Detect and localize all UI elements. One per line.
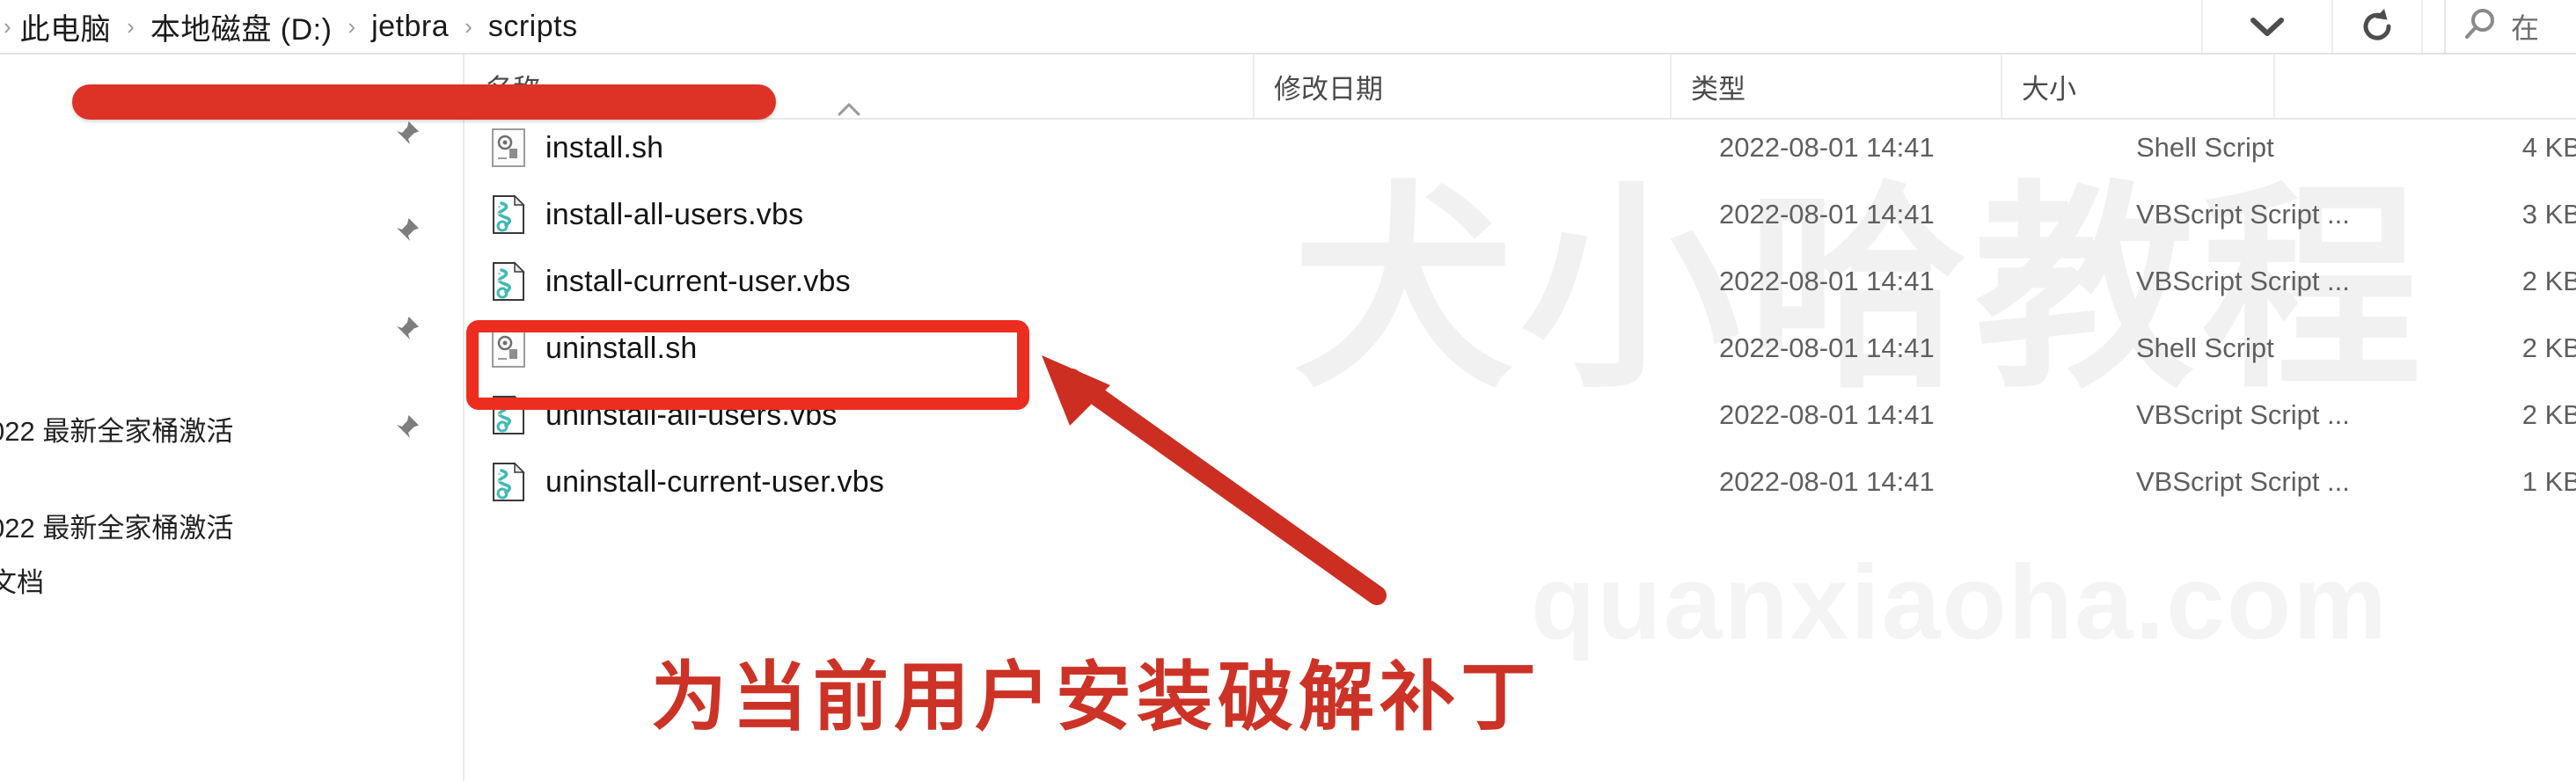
file-date-modified: 2022-08-01 14:41 — [1719, 266, 1935, 296]
file-type: VBScript Script ... — [2136, 399, 2350, 430]
callout-text-annotation: 为当前用户安装破解补丁 — [651, 655, 1541, 740]
sidebar-item-documents[interactable]: 文档 — [0, 552, 465, 607]
file-explorer-window: › 此电脑 › 本地磁盘 (D:) › jetbra › scripts 在 0… — [0, 0, 2576, 781]
file-name-cell[interactable]: install-all-users.vbs — [491, 194, 803, 235]
file-date-modified: 2022-08-01 14:41 — [1719, 332, 1935, 363]
pin-icon[interactable] — [387, 215, 422, 250]
sidebar-item-activation[interactable]: 022 最新全家桶激活 — [0, 498, 465, 552]
file-date-modified: 2022-08-01 14:41 — [1719, 399, 1935, 430]
column-header-date-modified[interactable]: 修改日期 — [1253, 55, 1670, 118]
file-size: 2 KB — [2521, 332, 2576, 363]
column-header-row: 名称 修改日期 类型 大小 — [466, 55, 2576, 120]
sidebar-item-3[interactable] — [0, 303, 465, 357]
vbscript-file-icon — [491, 194, 526, 235]
pin-icon[interactable] — [387, 313, 422, 348]
file-size: 2 KB — [2521, 399, 2576, 430]
refresh-icon — [2358, 7, 2397, 46]
table-row[interactable]: uninstall-current-user.vbs 2022-08-01 14… — [466, 454, 2576, 510]
file-name: install-all-users.vbs — [545, 197, 804, 231]
chevron-down-icon — [2247, 13, 2287, 40]
file-size: 1 KB — [2521, 466, 2576, 497]
sidebar-item-label: 022 最新全家桶激活 — [0, 415, 234, 447]
search-box[interactable]: 在 — [2444, 0, 2576, 53]
file-type: Shell Script — [2136, 132, 2274, 163]
file-name: install-current-user.vbs — [545, 264, 851, 298]
file-type: VBScript Script ... — [2136, 466, 2350, 497]
table-row[interactable]: install-all-users.vbs 2022-08-01 14:41 V… — [466, 186, 2576, 243]
breadcrumb-item-local-disk-d[interactable]: 本地磁盘 (D:) — [150, 5, 333, 48]
shell-script-file-icon — [491, 128, 526, 168]
file-name-cell[interactable]: uninstall-current-user.vbs — [491, 462, 884, 502]
file-type: VBScript Script ... — [2136, 266, 2350, 296]
vbscript-file-icon — [491, 462, 526, 502]
search-input[interactable]: 在 — [2511, 6, 2539, 47]
file-size: 3 KB — [2521, 199, 2576, 230]
breadcrumb-item-this-pc[interactable]: 此电脑 — [20, 5, 112, 48]
highlight-box-annotation — [466, 320, 1029, 410]
breadcrumb-item-scripts[interactable]: scripts — [488, 10, 578, 44]
file-type: VBScript Script ... — [2136, 199, 2350, 230]
file-name-cell[interactable]: install.sh — [491, 128, 663, 168]
table-row[interactable]: install.sh 2022-08-01 14:41 Shell Script… — [466, 120, 2576, 176]
breadcrumb[interactable]: › 此电脑 › 本地磁盘 (D:) › jetbra › scripts — [0, 0, 578, 53]
file-date-modified: 2022-08-01 14:41 — [1719, 132, 1935, 163]
file-name: install.sh — [545, 130, 664, 164]
breadcrumb-lead-separator: › — [4, 13, 11, 40]
breadcrumb-separator[interactable]: › — [465, 15, 472, 38]
table-row-highlighted[interactable]: install-current-user.vbs 2022-08-01 14:4… — [466, 253, 2576, 310]
breadcrumb-item-jetbra[interactable]: jetbra — [371, 10, 449, 44]
address-bar: › 此电脑 › 本地磁盘 (D:) › jetbra › scripts 在 — [0, 0, 2576, 55]
file-size: 4 KB — [2521, 132, 2576, 163]
file-name: uninstall-current-user.vbs — [545, 464, 885, 499]
refresh-button[interactable] — [2331, 0, 2423, 53]
file-name-cell[interactable]: install-current-user.vbs — [491, 261, 851, 302]
file-date-modified: 2022-08-01 14:41 — [1719, 199, 1935, 230]
sidebar-item-2[interactable] — [0, 204, 465, 259]
breadcrumb-separator[interactable]: › — [127, 15, 135, 38]
column-header-spacer — [2273, 55, 2576, 118]
pin-icon[interactable] — [387, 118, 422, 153]
file-type: Shell Script — [2136, 332, 2274, 363]
sidebar-item-4[interactable]: 022 最新全家桶激活 — [0, 401, 465, 456]
search-icon — [2462, 6, 2499, 47]
file-size: 2 KB — [2521, 266, 2576, 296]
column-header-type[interactable]: 类型 — [1670, 55, 2001, 118]
navigation-pane: 022 最新全家桶激活 022 最新全家桶激活 文档 — [0, 55, 465, 781]
vbscript-file-icon — [491, 261, 526, 302]
sort-ascending-icon — [836, 100, 862, 118]
column-header-size[interactable]: 大小 — [2001, 55, 2273, 118]
pin-icon[interactable] — [387, 412, 422, 447]
red-arrow-annotation — [1029, 345, 1399, 609]
breadcrumb-separator[interactable]: › — [348, 15, 355, 38]
address-history-dropdown-button[interactable] — [2201, 0, 2331, 53]
sidebar-item-label: 022 最新全家桶激活 — [0, 512, 234, 544]
redaction-bar-annotation — [72, 84, 776, 120]
file-date-modified: 2022-08-01 14:41 — [1719, 466, 1935, 497]
sidebar-item-label: 文档 — [0, 566, 44, 598]
